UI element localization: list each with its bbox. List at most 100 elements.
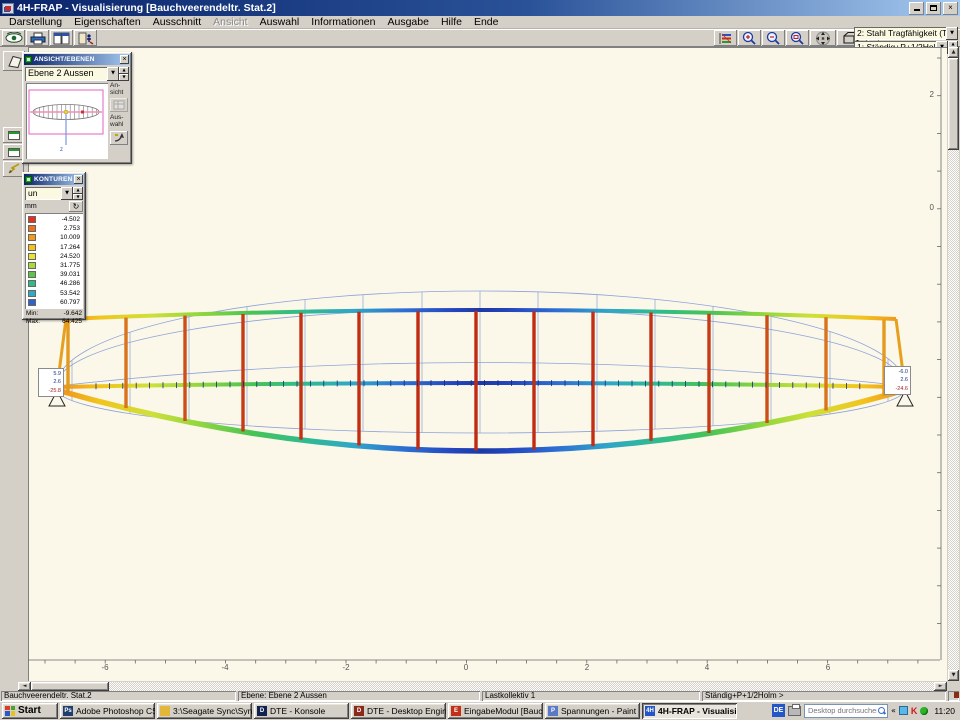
scroll-up-icon[interactable]: ▲ (948, 47, 959, 58)
menu-bar: DarstellungEigenschaftenAusschnittAnsich… (0, 16, 960, 29)
window-titlebar[interactable]: 4H-FRAP - Visualisierung [Bauchveerendel… (0, 0, 960, 16)
scrollbar-thumb[interactable] (31, 682, 109, 691)
zoom-in-button[interactable] (738, 30, 761, 46)
plane-combo-value: Ebene 2 Aussen (25, 67, 107, 81)
legend-row: 53.542 (26, 289, 82, 298)
vertical-scrollbar[interactable]: ▲ ▼ (948, 47, 959, 681)
windows-layout-button[interactable] (50, 30, 73, 46)
horizontal-scrollbar[interactable]: ◄ ► (0, 682, 960, 691)
legend-row: 24.520 (26, 252, 82, 261)
desktop-search-box[interactable] (804, 704, 888, 718)
task-button-label: Spannungen - Paint (561, 706, 636, 716)
pan-button[interactable] (810, 30, 836, 46)
scrollbar-thumb[interactable] (948, 58, 959, 150)
taskbar-button[interactable]: 3:\Seagate Sync\SyncRe... (157, 703, 252, 719)
legend-row: 39.031 (26, 270, 82, 279)
x-tick-label: -6 (101, 663, 108, 672)
legend-swatch (28, 225, 36, 232)
scroll-left-icon[interactable]: ◄ (18, 682, 31, 691)
task-app-icon: P (548, 706, 558, 716)
auswahl-button[interactable] (110, 131, 128, 145)
taskbar-button[interactable]: DDTE - Desktop Engineeri... (351, 703, 446, 719)
y-tick-label: 0 (922, 203, 934, 212)
search-icon[interactable] (877, 706, 887, 716)
menu-item-hilfe[interactable]: Hilfe (435, 16, 468, 28)
close-icon[interactable]: × (74, 175, 83, 184)
legend-list: -4.5022.75310.00917.26424.52031.77539.03… (25, 213, 83, 309)
panel-titlebar[interactable]: KONTUREN × (24, 174, 84, 185)
plane-spinner[interactable]: ▲▼ (119, 67, 129, 81)
menu-item-ansicht[interactable]: Ansicht (207, 16, 253, 28)
taskbar-button[interactable]: DDTE - Konsole (254, 703, 349, 719)
taskbar-button[interactable]: 4H4H-FRAP - Visualisier... (642, 703, 737, 719)
zoom-out-button[interactable] (762, 30, 785, 46)
scroll-right-icon[interactable]: ► (934, 682, 947, 691)
legend-value: 53.542 (39, 290, 80, 297)
scrollbar-track[interactable] (109, 682, 934, 691)
scroll-down-icon[interactable]: ▼ (948, 670, 959, 681)
konturen-panel[interactable]: KONTUREN × un ▼ ▲▼ mm ↻ -4.5022.75310.00… (22, 172, 86, 320)
search-input[interactable] (805, 706, 877, 715)
close-button[interactable]: × (943, 2, 958, 15)
menu-item-darstellung[interactable]: Darstellung (3, 16, 68, 28)
tray-expand-icon[interactable]: « (891, 706, 896, 715)
minimized-panel-button-2[interactable] (3, 144, 24, 160)
view-eye-button[interactable] (2, 30, 25, 46)
ansicht-ebenen-panel[interactable]: ANSICHT/EBENEN × Ebene 2 Aussen ▼ ▲▼ z A… (22, 52, 132, 164)
zoom-window-button[interactable] (786, 30, 809, 46)
plane-combo[interactable]: Ebene 2 Aussen ▼ (25, 67, 119, 81)
tray-app-icon[interactable] (899, 706, 908, 715)
start-button[interactable]: Start (2, 703, 58, 719)
zoom-window-icon (790, 31, 805, 45)
legend-value: 17.264 (39, 244, 80, 251)
legend-value: -4.502 (39, 216, 80, 223)
menu-item-ausschnitt[interactable]: Ausschnitt (147, 16, 207, 28)
panel-titlebar[interactable]: ANSICHT/EBENEN × (24, 54, 130, 65)
exit-button[interactable] (74, 30, 97, 46)
result-case-combo[interactable]: 2: Stahl Tragfähigkeit (Th. 2. O ▼ (854, 27, 958, 40)
status-dot-icon[interactable] (920, 707, 928, 715)
printer-tray-icon[interactable] (788, 706, 801, 716)
chevron-down-icon[interactable]: ▼ (61, 187, 73, 200)
menu-item-auswahl[interactable]: Auswahl (254, 16, 306, 28)
contour-type-value: un (25, 187, 61, 200)
chevron-down-icon[interactable]: ▼ (107, 67, 119, 81)
panel-icon (25, 176, 32, 183)
eye-icon (5, 32, 23, 44)
legend-row: 10.009 (26, 233, 82, 242)
minimize-button[interactable] (909, 2, 924, 15)
result-case-value: 2: Stahl Tragfähigkeit (Th. 2. O (854, 27, 946, 40)
menu-item-eigenschaften[interactable]: Eigenschaften (68, 16, 147, 28)
antivirus-icon[interactable]: K (911, 706, 918, 716)
restore-button[interactable] (926, 2, 941, 15)
contour-type-combo[interactable]: un ▼ (25, 187, 73, 200)
system-tray: DE « K 11:20 (772, 704, 958, 718)
right-node-result-box: -6.02.6-24.6 (884, 366, 911, 395)
close-icon[interactable]: × (120, 55, 129, 64)
legend-row: 17.264 (26, 243, 82, 252)
select-arrow-icon (113, 132, 126, 143)
language-indicator[interactable]: DE (772, 704, 785, 717)
chevron-down-icon[interactable]: ▼ (946, 27, 958, 40)
taskbar-button[interactable]: EEingabeModul [Bauchvee... (448, 703, 543, 719)
status-segment-0: Bauchveerendeltr. Stat.2 (1, 691, 236, 701)
legend-swatch (28, 280, 36, 287)
refresh-scale-button[interactable]: ↻ (69, 201, 83, 212)
contour-legend-icon (718, 32, 734, 45)
legend-value: 10.009 (39, 234, 80, 241)
minimized-panel-button-1[interactable] (3, 127, 24, 143)
contour-spinner[interactable]: ▲▼ (73, 187, 83, 200)
taskbar-button[interactable]: PSpannungen - Paint (545, 703, 640, 719)
menu-item-ausgabe[interactable]: Ausgabe (382, 16, 435, 28)
selection-tool-button[interactable] (3, 161, 24, 177)
legend-toggle-button[interactable] (714, 30, 737, 46)
view-grid-icon (113, 100, 125, 110)
ansicht-button[interactable] (110, 98, 128, 112)
menu-item-informationen[interactable]: Informationen (305, 16, 381, 28)
taskbar-button[interactable]: PsAdobe Photoshop CS3 E... (60, 703, 155, 719)
exit-door-icon (78, 32, 94, 45)
unit-label: mm (25, 203, 37, 210)
plane-preview[interactable]: z (26, 83, 108, 159)
print-button[interactable] (26, 30, 49, 46)
menu-item-ende[interactable]: Ende (468, 16, 505, 28)
